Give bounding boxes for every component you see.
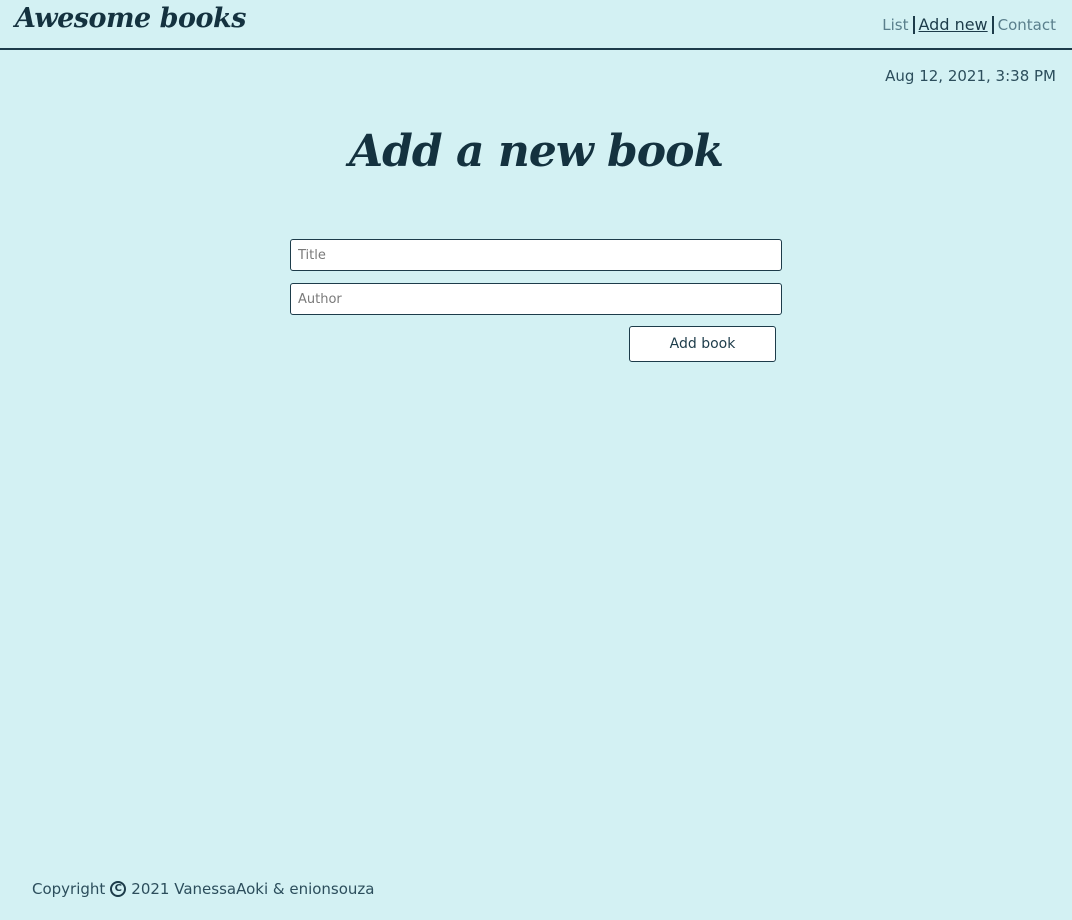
header: Awesome books List Add new Contact — [0, 0, 1072, 50]
main-nav: List Add new Contact — [882, 15, 1056, 34]
copyright-text: 2021 VanessaAoki & enionsouza — [131, 880, 375, 898]
nav-divider — [991, 15, 994, 34]
page-title: Add a new book — [349, 126, 724, 177]
nav-divider — [912, 15, 915, 34]
copyright-label: Copyright — [32, 880, 106, 898]
title-input[interactable] — [290, 239, 782, 271]
nav-contact-link[interactable]: Contact — [998, 16, 1056, 34]
copyright-icon: C — [110, 881, 127, 897]
logo[interactable]: Awesome books — [15, 3, 246, 34]
footer: Copyright C 2021 VanessaAoki & enionsouz… — [32, 880, 375, 898]
nav-add-new-link[interactable]: Add new — [919, 15, 988, 34]
add-book-form: Add book — [290, 239, 782, 362]
author-input[interactable] — [290, 283, 782, 315]
add-book-button[interactable]: Add book — [629, 326, 776, 362]
current-datetime: Aug 12, 2021, 3:38 PM — [885, 67, 1056, 85]
nav-list-link[interactable]: List — [882, 16, 908, 34]
